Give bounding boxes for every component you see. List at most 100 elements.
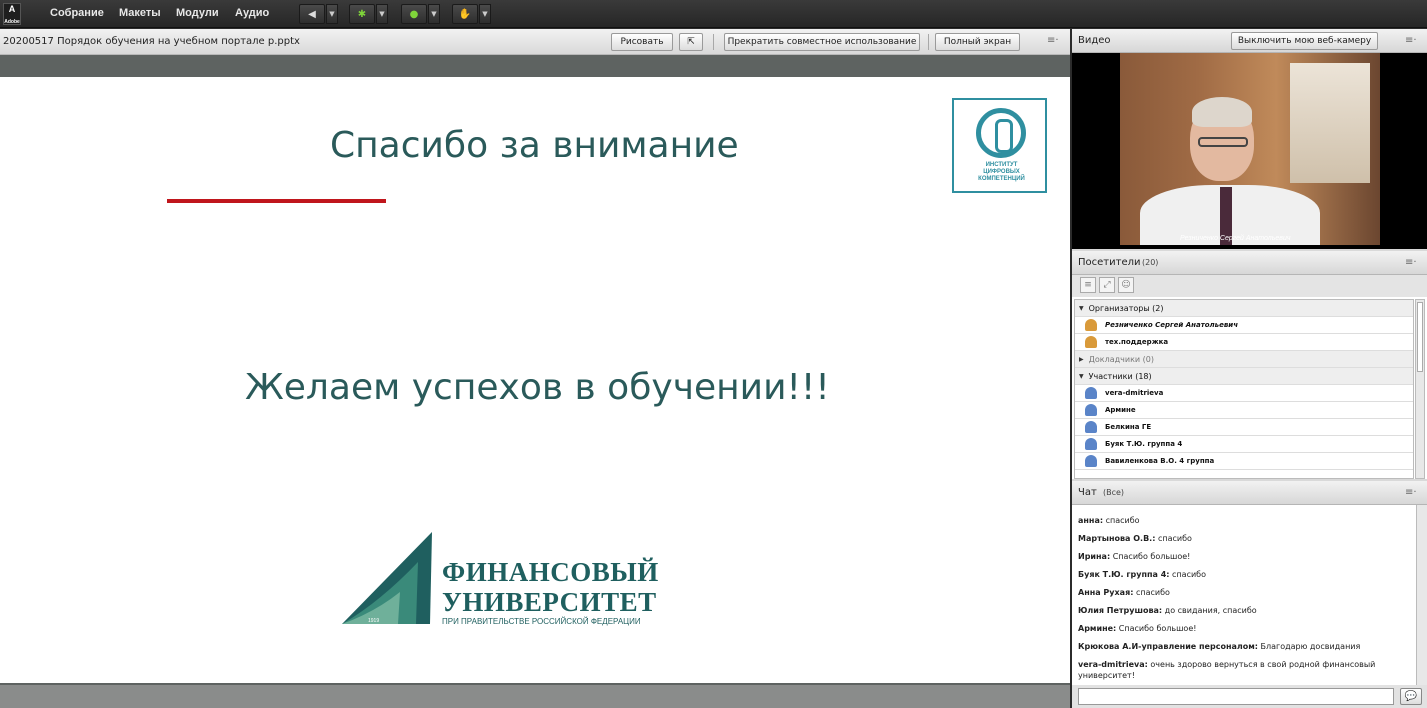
fullscreen-button[interactable]: Полный экран [935, 33, 1020, 51]
stop-webcam-button[interactable]: Выключить мою веб-камеру [1231, 32, 1378, 50]
webcam-button[interactable]: ● [401, 4, 427, 24]
slide-wish-text: Желаем успехов в обучении!!! [245, 367, 830, 408]
presentation-slide: Спасибо за внимание ИНСТИТУТ ЦИФРОВЫХ КО… [0, 77, 1070, 683]
status-dropdown-button[interactable]: ▼ [479, 4, 491, 24]
chat-text: Спасибо большое! [1116, 624, 1197, 633]
microphone-button[interactable]: ✱ [349, 4, 375, 24]
chat-message: Буяк Т.Ю. группа 4: спасибо [1078, 569, 1408, 580]
chat-text: спасибо [1133, 588, 1170, 597]
chat-scope: (Все) [1103, 488, 1125, 497]
pod-options-menu-icon[interactable]: ≡· [1405, 35, 1417, 46]
group-label: Участники (18) [1088, 371, 1152, 381]
chat-sender: Анна Рухая: [1078, 588, 1134, 597]
attendee-name: Буяк Т.Ю. группа 4 [1105, 440, 1183, 448]
chat-text: спасибо [1169, 570, 1206, 579]
menu-pods[interactable]: Модули [176, 7, 219, 19]
group-label: Организаторы (2) [1088, 303, 1164, 313]
university-logo-mark: 1919 [342, 532, 432, 624]
chat-sender: Крюкова А.И-управление персоналом: [1078, 642, 1258, 651]
microphone-icon: ✱ [357, 8, 367, 20]
slide-title: Спасибо за внимание [330, 125, 739, 166]
participant-user-icon [1085, 404, 1097, 416]
chevron-down-icon: ▼ [482, 10, 488, 18]
chat-sender: Юлия Петрушова: [1078, 606, 1163, 615]
attendee-group-participants[interactable]: ▼ Участники (18) [1075, 368, 1413, 385]
draw-button[interactable]: Рисовать [611, 33, 673, 51]
header-divider [928, 34, 929, 50]
attendee-row[interactable]: Белкина ГЕ [1075, 419, 1413, 436]
attendee-row[interactable]: Буяк Т.Ю. группа 4 [1075, 436, 1413, 453]
pod-options-menu-icon[interactable]: ≡· [1047, 35, 1059, 46]
participant-user-icon [1085, 421, 1097, 433]
video-pod-header: Видео Выключить мою веб-камеру ≡· [1072, 29, 1427, 53]
attendee-row[interactable]: Армине [1075, 402, 1413, 419]
right-column: Видео Выключить мою веб-камеру ≡· Резнич… [1072, 29, 1427, 708]
title-underline [167, 199, 386, 203]
pod-options-menu-icon[interactable]: ≡· [1405, 257, 1417, 268]
speaker-dropdown-button[interactable]: ▼ [326, 4, 338, 24]
expand-arrow-icon: ▼ [1079, 304, 1084, 312]
pod-options-menu-icon[interactable]: ≡· [1405, 487, 1417, 498]
send-message-button[interactable]: 💬 [1400, 688, 1422, 705]
share-pod-header: 20200517 Порядок обучения на учебном пор… [0, 29, 1070, 55]
scrollbar-thumb[interactable] [1417, 302, 1423, 372]
chat-message: vera-dmitrieva: очень здорово вернуться … [1078, 659, 1408, 681]
sync-button[interactable]: ⇱ [679, 33, 703, 51]
chat-pod-header: Чат (Все) ≡· [1072, 481, 1427, 505]
chevron-down-icon: ▼ [329, 10, 335, 18]
header-divider [713, 34, 714, 50]
attendee-row[interactable]: vera-dmitrieva [1075, 385, 1413, 402]
share-pod-title: 20200517 Порядок обучения на учебном пор… [3, 36, 300, 47]
attendees-toolbar: ≡ ⤢ ☺ [1072, 275, 1427, 297]
top-menu-bar: A Adobe Собрание Макеты Модули Аудио ◀ ▼ … [0, 0, 1427, 28]
attendees-count: (20) [1142, 258, 1159, 267]
attendee-row[interactable]: тех.поддержка [1075, 334, 1413, 351]
menu-meeting[interactable]: Собрание [50, 7, 104, 19]
attendees-pod-header: Посетители (20) ≡· [1072, 251, 1427, 275]
participant-user-icon [1085, 387, 1097, 399]
menu-layouts[interactable]: Макеты [119, 7, 161, 19]
menu-audio[interactable]: Аудио [235, 7, 269, 19]
participant-user-icon [1085, 438, 1097, 450]
university-name: ФИНАНСОВЫЙ УНИВЕРСИТЕТ [442, 557, 659, 617]
attendee-name: Армине [1105, 406, 1136, 414]
host-user-icon [1085, 336, 1097, 348]
chat-scrollbar[interactable] [1416, 505, 1427, 685]
cursor-icon: ⇱ [687, 37, 695, 47]
participant-user-icon [1085, 455, 1097, 467]
attendee-row[interactable]: Вавиленкова В.О. 4 группа [1075, 453, 1413, 470]
chat-input-bar: 💬 [1072, 685, 1427, 708]
chat-message: Анна Рухая: спасибо [1078, 587, 1408, 598]
chat-message: Мартынова О.В.: спасибо [1078, 533, 1408, 544]
chat-input[interactable] [1078, 688, 1394, 705]
chevron-down-icon: ▼ [379, 10, 385, 18]
attendee-group-presenters[interactable]: ▶ Докладчики (0) [1075, 351, 1413, 368]
chat-text: спасибо [1155, 534, 1192, 543]
speaker-button[interactable]: ◀ [299, 4, 325, 24]
microphone-dropdown-button[interactable]: ▼ [376, 4, 388, 24]
webcam-dropdown-button[interactable]: ▼ [428, 4, 440, 24]
raise-hand-button[interactable]: ✋ [452, 4, 478, 24]
chat-sender: Ирина: [1078, 552, 1111, 561]
chat-message: Крюкова А.И-управление персоналом: Благо… [1078, 641, 1408, 652]
attendee-name: vera-dmitrieva [1105, 389, 1164, 397]
stop-sharing-button[interactable]: Прекратить совместное использование [724, 33, 920, 51]
chat-message: Юлия Петрушова: до свидания, спасибо [1078, 605, 1408, 616]
chat-sender: анна: [1078, 516, 1104, 525]
collapsed-arrow-icon: ▶ [1079, 355, 1084, 363]
attendee-name: Резниченко Сергей Анатольевич [1105, 321, 1238, 329]
attendee-row[interactable]: Резниченко Сергей Анатольевич [1075, 317, 1413, 334]
chat-pod-title: Чат [1078, 487, 1097, 498]
attendee-scrollbar[interactable] [1415, 299, 1425, 479]
attendee-name: Вавиленкова В.О. 4 группа [1105, 457, 1215, 465]
chat-sender: Буяк Т.Ю. группа 4: [1078, 570, 1170, 579]
speech-bubble-icon: 💬 [1404, 691, 1418, 702]
adobe-logo: A Adobe [3, 3, 21, 25]
list-view-icon[interactable]: ≡ [1080, 277, 1096, 293]
user-sort-icon[interactable]: ☺ [1118, 277, 1134, 293]
chat-text: Спасибо большое! [1110, 552, 1191, 561]
attendee-group-hosts[interactable]: ▼ Организаторы (2) [1075, 300, 1413, 317]
window-background [1290, 63, 1370, 183]
expand-view-icon[interactable]: ⤢ [1099, 277, 1115, 293]
hand-icon: ✋ [458, 8, 472, 20]
